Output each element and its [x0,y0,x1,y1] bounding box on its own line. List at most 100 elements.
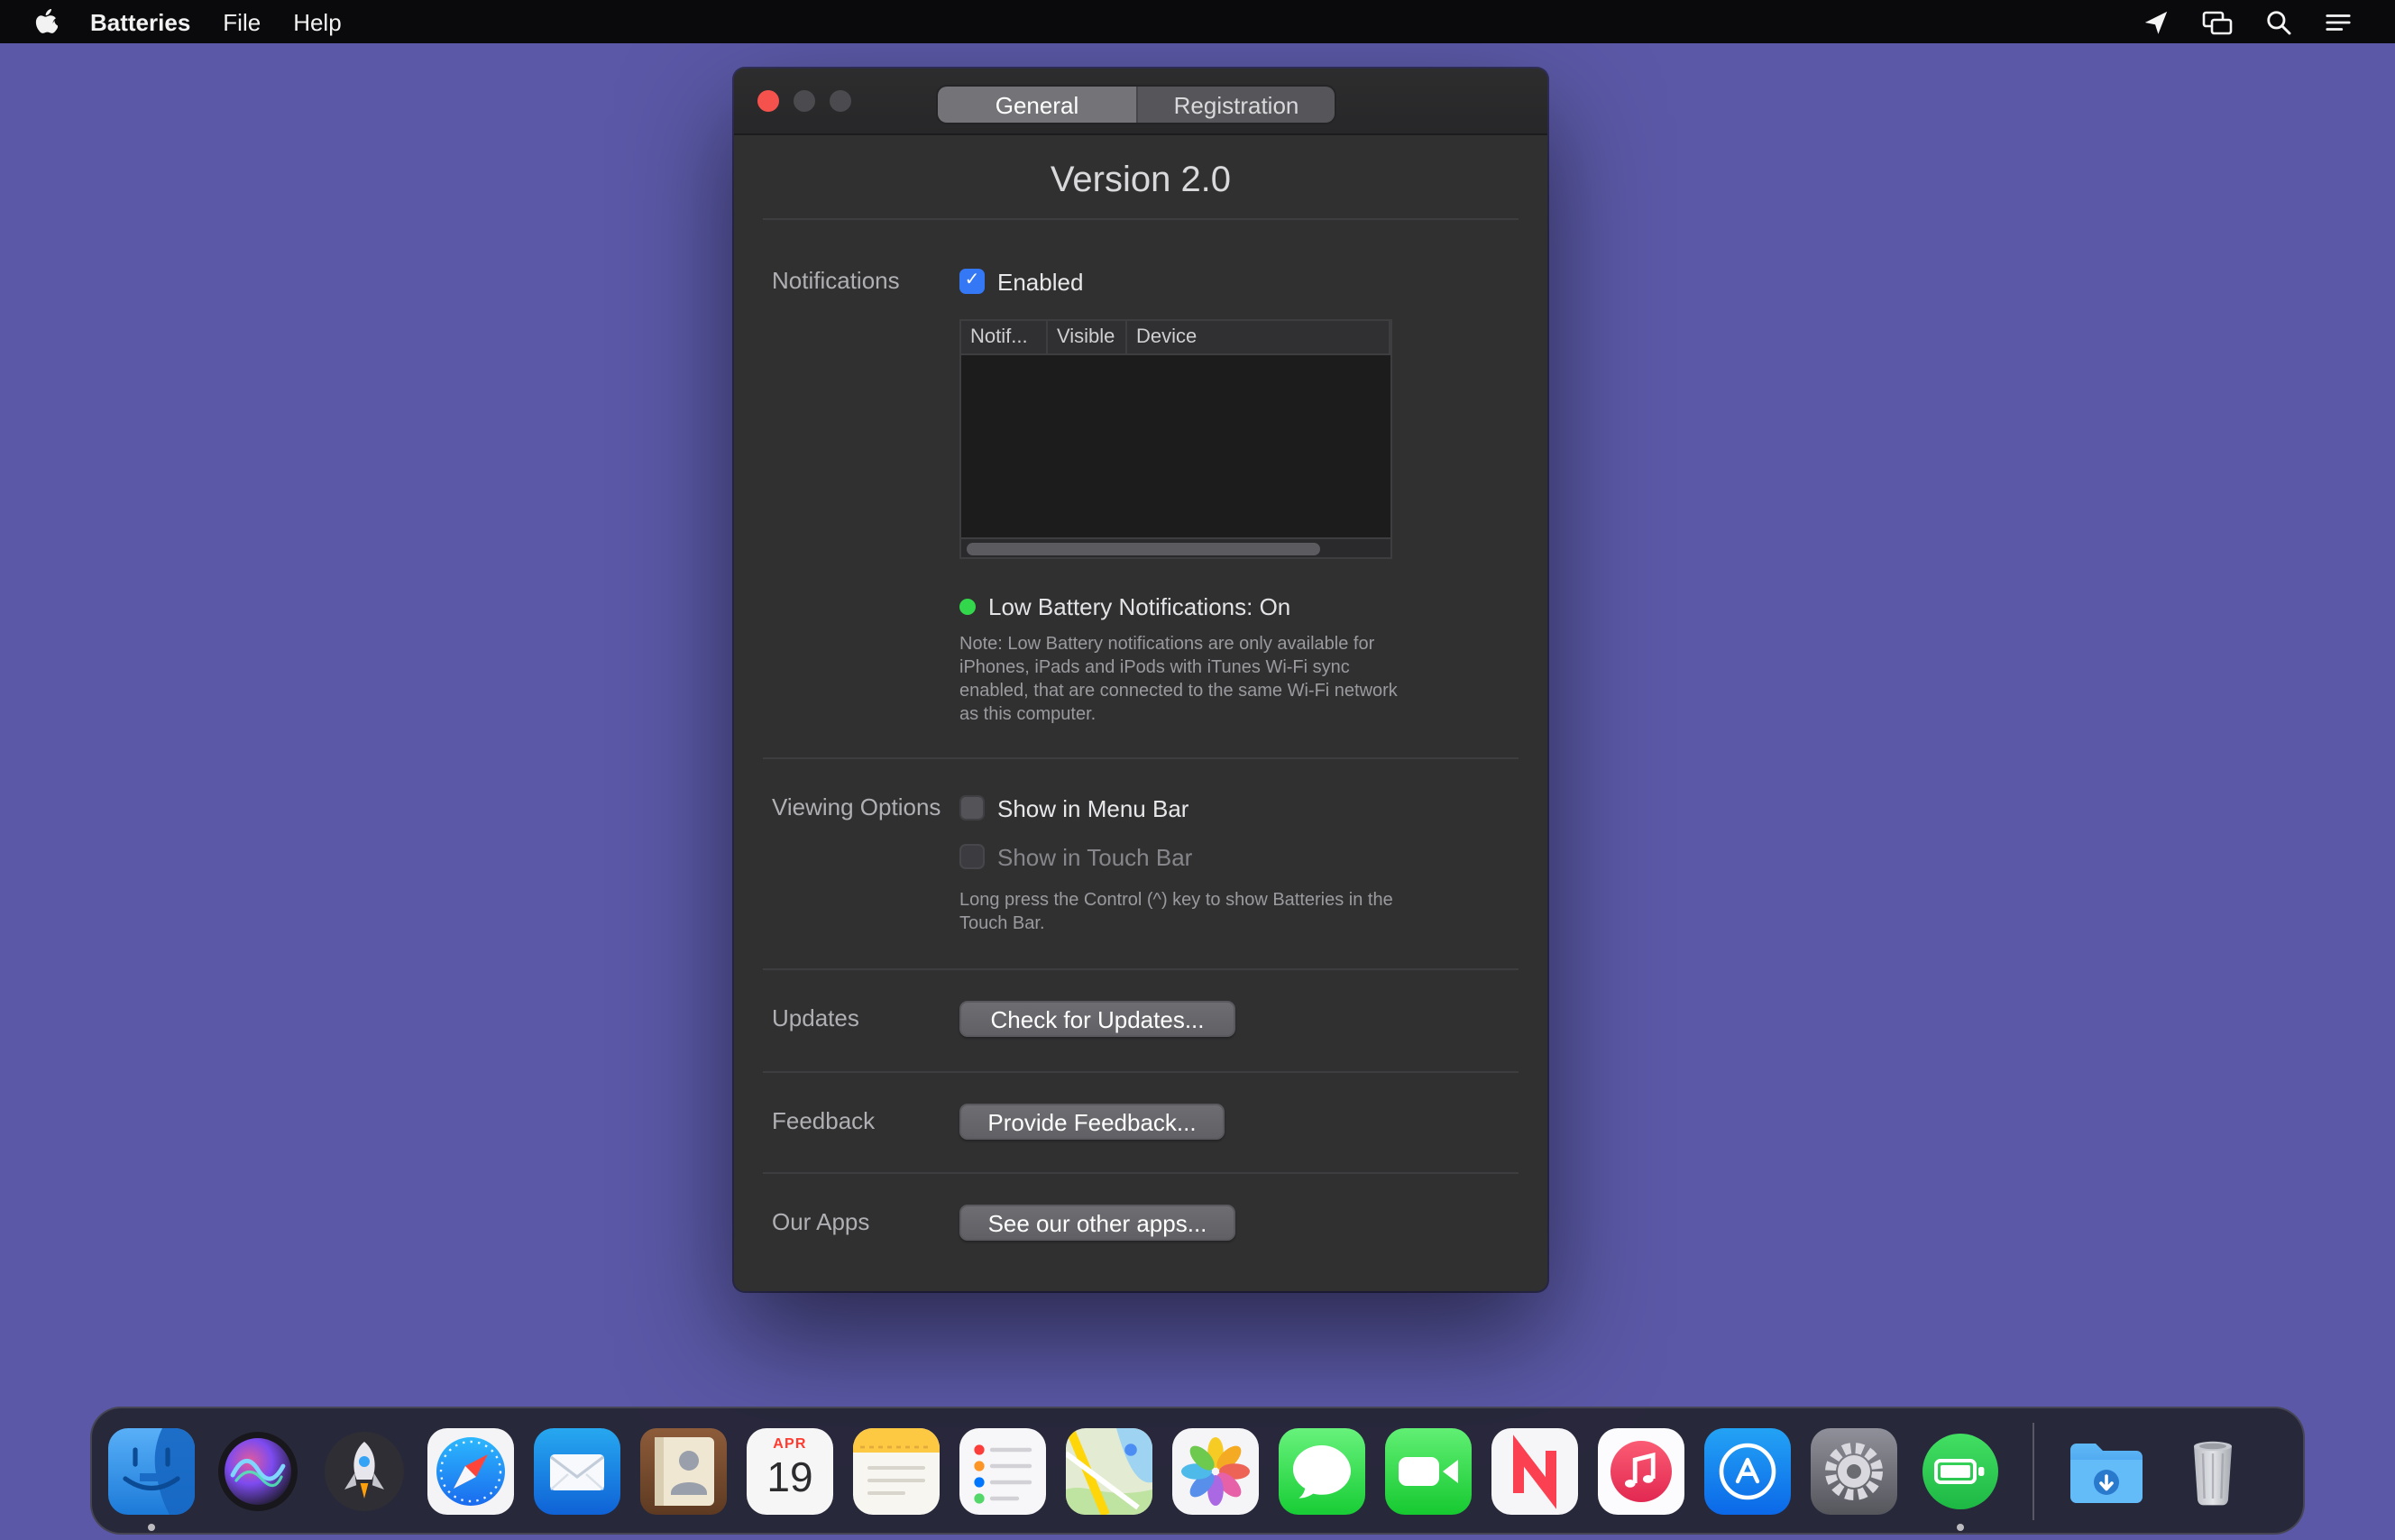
provide-feedback-button[interactable]: Provide Feedback... [959,1104,1225,1140]
show-in-touch-bar-row: Show in Touch Bar [959,842,1192,871]
menu-bar-status-area [2143,8,2377,35]
dock-item-notes[interactable] [853,1427,940,1514]
finder-icon [108,1427,195,1514]
see-our-other-apps-button[interactable]: See our other apps... [959,1205,1235,1241]
feedback-section-label: Feedback [772,1109,875,1134]
dock-item-downloads[interactable] [2063,1427,2150,1514]
status-green-dot [959,598,976,614]
show-in-menu-bar-label: Show in Menu Bar [997,794,1188,821]
check-for-updates-button[interactable]: Check for Updates... [959,1001,1235,1037]
zoom-button[interactable] [830,90,851,112]
enabled-checkbox-row[interactable]: Enabled [959,267,1083,296]
enabled-checkbox[interactable] [959,269,985,294]
news-icon [1491,1427,1578,1514]
dock-item-finder[interactable] [108,1427,195,1514]
dock-item-launchpad[interactable] [321,1427,408,1514]
app-store-icon [1704,1427,1791,1514]
dock-item-mail[interactable] [534,1427,620,1514]
dock-item-itunes[interactable] [1598,1427,1684,1514]
desktop: Batteries File Help [0,0,2395,1540]
safari-icon [427,1427,514,1514]
contacts-icon [640,1427,727,1514]
dock: APR 19 [90,1407,2305,1535]
column-header-visible[interactable]: Visible [1048,321,1127,353]
toolbar-tabs: General Registration [936,85,1336,124]
calendar-icon: APR 19 [747,1427,833,1514]
reminders-icon [959,1427,1046,1514]
notes-icon [853,1427,940,1514]
separator [763,757,1519,759]
dock-item-facetime[interactable] [1385,1427,1472,1514]
dock-item-app-store[interactable] [1704,1427,1791,1514]
menu-help[interactable]: Help [277,8,358,35]
close-button[interactable] [757,90,779,112]
displays-icon[interactable] [2202,8,2233,35]
horizontal-scrollbar[interactable] [961,537,1390,557]
mail-icon [534,1427,620,1514]
separator [763,1071,1519,1073]
notification-list-icon[interactable] [2325,8,2352,35]
location-arrow-icon[interactable] [2143,8,2170,35]
enabled-checkbox-label: Enabled [997,268,1083,295]
dock-item-reminders[interactable] [959,1427,1046,1514]
separator [763,968,1519,970]
column-header-device[interactable]: Device [1127,321,1390,353]
notifications-table[interactable]: Notif... Visible Device [959,319,1392,559]
show-in-menu-bar-checkbox[interactable] [959,795,985,820]
menu-file[interactable]: File [206,8,277,35]
tab-general[interactable]: General [938,87,1136,123]
separator [763,218,1519,220]
traffic-lights [757,90,851,112]
dock-item-messages[interactable] [1279,1427,1365,1514]
dock-item-maps[interactable] [1066,1427,1152,1514]
separator [763,1172,1519,1174]
updates-section-label: Updates [772,1006,859,1031]
show-in-touch-bar-checkbox [959,844,985,869]
our-apps-section-label: Our Apps [772,1210,869,1235]
dock-item-batteries[interactable] [1917,1427,2004,1514]
notifications-table-header: Notif... Visible Device [961,321,1390,355]
dock-item-calendar[interactable]: APR 19 [747,1427,833,1514]
dock-item-safari[interactable] [427,1427,514,1514]
scrollbar-thumb[interactable] [967,543,1320,555]
dock-item-system-preferences[interactable] [1811,1427,1897,1514]
minimize-button[interactable] [794,90,815,112]
low-battery-status-text: Low Battery Notifications: On [988,592,1290,619]
maps-icon [1066,1427,1152,1514]
calendar-month: APR [773,1436,806,1451]
dock-item-trash[interactable] [2170,1427,2256,1514]
column-header-notif[interactable]: Notif... [961,321,1048,353]
dock-item-news[interactable] [1491,1427,1578,1514]
show-in-menu-bar-row[interactable]: Show in Menu Bar [959,793,1188,822]
search-icon[interactable] [2265,8,2292,35]
siri-icon [215,1427,301,1514]
dock-separator [2033,1422,2034,1519]
notifications-table-body[interactable] [961,355,1390,537]
running-indicator [148,1523,155,1530]
launchpad-icon [321,1427,408,1514]
dock-item-photos[interactable] [1172,1427,1259,1514]
batteries-preferences-window: General Registration Version 2.0 Notific… [734,69,1547,1291]
notifications-note: Note: Low Battery notifications are only… [959,633,1399,727]
tab-registration[interactable]: Registration [1136,87,1335,123]
version-title: Version 2.0 [734,159,1547,202]
apple-menu[interactable] [18,8,74,35]
dock-item-siri[interactable] [215,1427,301,1514]
viewing-options-section-label: Viewing Options [772,795,941,820]
notifications-section-label: Notifications [772,269,900,294]
system-preferences-icon [1811,1427,1897,1514]
running-indicator [1957,1523,1964,1530]
messages-icon [1279,1427,1365,1514]
downloads-folder-icon [2063,1427,2150,1514]
batteries-app-icon [1917,1427,2004,1514]
menu-bar: Batteries File Help [0,0,2395,43]
window-titlebar[interactable]: General Registration [734,69,1547,135]
itunes-icon [1598,1427,1684,1514]
dock-item-contacts[interactable] [640,1427,727,1514]
menu-bar-left: Batteries File Help [18,8,358,35]
show-in-touch-bar-label: Show in Touch Bar [997,843,1192,870]
touch-bar-note: Long press the Control (^) key to show B… [959,889,1399,936]
apple-icon [34,8,58,35]
trash-icon [2170,1427,2256,1514]
menu-app-name[interactable]: Batteries [74,8,206,35]
